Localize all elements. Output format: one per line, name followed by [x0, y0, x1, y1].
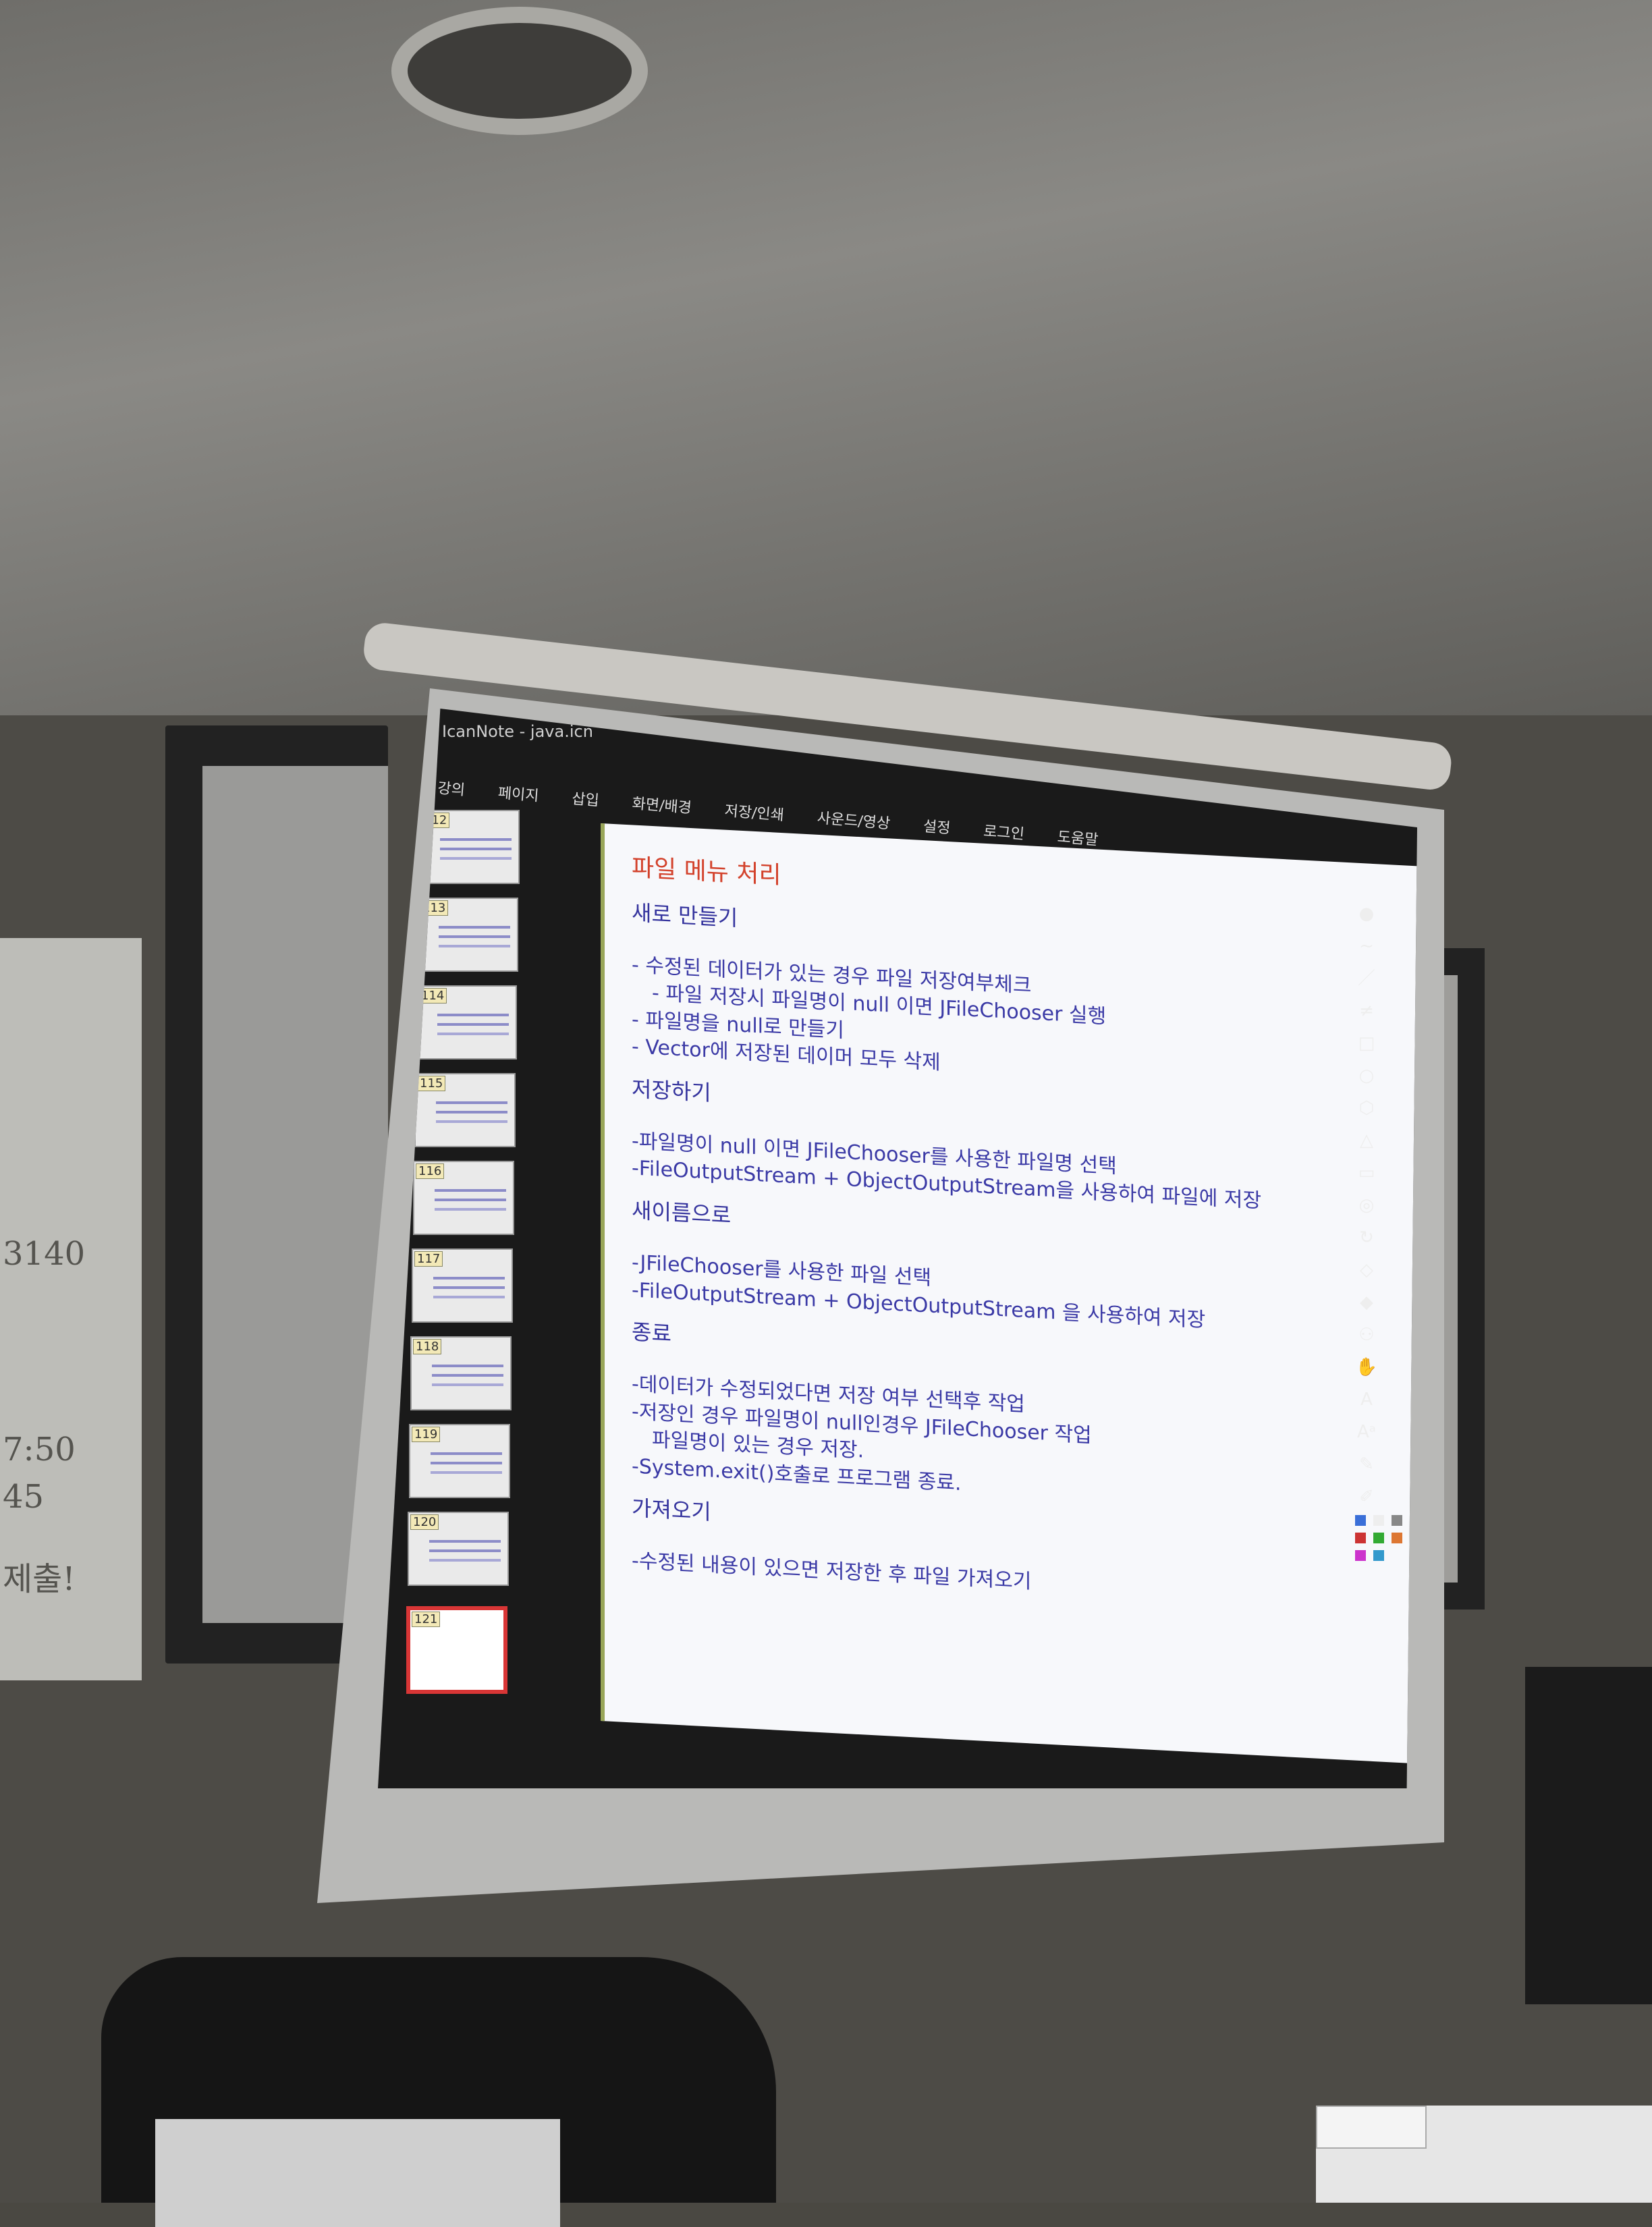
- whiteboard: 3140 7:50 45 제출!: [0, 938, 142, 1680]
- slide-thumbnail[interactable]: 114: [416, 985, 517, 1060]
- thumbnail-number: 120: [410, 1514, 439, 1530]
- thumbnail-number: 118: [413, 1339, 442, 1354]
- color-swatch[interactable]: [1373, 1533, 1385, 1543]
- rectangle-icon[interactable]: □: [1354, 1031, 1379, 1055]
- circle-icon[interactable]: ○: [1354, 1064, 1379, 1088]
- thumbnail-number: 115: [417, 1076, 446, 1091]
- thumbnail-number: 119: [412, 1427, 441, 1442]
- menu-item-save-print[interactable]: 저장/인쇄: [724, 798, 786, 825]
- refresh-icon[interactable]: ↻: [1354, 1226, 1379, 1250]
- select-icon[interactable]: ◎: [1354, 1193, 1379, 1217]
- color-swatch[interactable]: [1373, 1550, 1385, 1561]
- window-title: IcanNote - java.icn: [442, 722, 593, 741]
- color-swatch[interactable]: [1373, 1515, 1385, 1526]
- color-swatch[interactable]: [1392, 1515, 1403, 1526]
- slide-thumbnail[interactable]: 113: [417, 898, 518, 972]
- record-icon[interactable]: ●: [1354, 902, 1379, 926]
- whiteboard-text: 3140: [3, 1235, 86, 1273]
- slide-thumbnail[interactable]: 120: [408, 1512, 509, 1586]
- color-swatch[interactable]: [1355, 1533, 1366, 1543]
- eraser-icon[interactable]: ◇: [1354, 1258, 1379, 1282]
- slide-thumbnail-active[interactable]: 121: [406, 1606, 507, 1694]
- slide-thumbnail[interactable]: 119: [409, 1424, 510, 1498]
- barcode-sticker: [1316, 2106, 1427, 2149]
- projected-app-window: IcanNote - java.icn 강의 페이지 삽입 화면/배경 저장/인…: [378, 709, 1417, 1788]
- text-icon[interactable]: A: [1354, 1387, 1379, 1412]
- whiteboard-text: 45: [3, 1478, 45, 1516]
- menu-item-lecture[interactable]: 강의: [437, 776, 466, 800]
- drawing-toolbar: ● ~ ／ ≠ □ ○ ⬡ △ ▭ ◎ ↻ ◇ ◆ ⚇ ✋ A Aᵃ ✎ ✐: [1353, 898, 1407, 1561]
- sticky-note-icon[interactable]: ▭: [1354, 1161, 1379, 1185]
- ceiling: [0, 0, 1652, 715]
- thumbnail-number: 117: [414, 1251, 443, 1267]
- menu-item-screen-background[interactable]: 화면/배경: [632, 792, 693, 818]
- menu-item-settings[interactable]: 설정: [923, 815, 952, 838]
- slide-thumbnail[interactable]: 117: [412, 1248, 513, 1323]
- office-chair: [1525, 1667, 1652, 2004]
- text-style-icon[interactable]: Aᵃ: [1354, 1420, 1379, 1444]
- whiteboard-text: 제출!: [3, 1560, 76, 1598]
- triangle-icon[interactable]: △: [1354, 1128, 1379, 1153]
- color-swatch[interactable]: [1392, 1533, 1403, 1543]
- hand-icon[interactable]: ✋: [1354, 1355, 1379, 1379]
- thumbnail-number: 116: [416, 1163, 445, 1179]
- menu-item-page[interactable]: 페이지: [497, 781, 540, 806]
- menu-item-help[interactable]: 도움말: [1057, 825, 1099, 850]
- menu-item-login[interactable]: 로그인: [983, 819, 1025, 844]
- pen-icon[interactable]: ✎: [1354, 1452, 1379, 1477]
- highlighter-icon[interactable]: ✐: [1354, 1485, 1379, 1509]
- menu-item-insert[interactable]: 삽입: [571, 787, 600, 810]
- thumbnail-number: 121: [412, 1612, 441, 1627]
- slide-content: 파일 메뉴 처리 새로 만들기 - 수정된 데이터가 있는 경우 파일 저장여부…: [632, 852, 1417, 1616]
- slide-thumbnail[interactable]: 116: [413, 1161, 514, 1235]
- slide-thumbnail[interactable]: 115: [414, 1073, 516, 1147]
- color-swatch[interactable]: [1355, 1550, 1366, 1561]
- color-palette: [1353, 1513, 1407, 1566]
- whiteboard-text: 7:50: [3, 1431, 76, 1468]
- menu-item-sound-video[interactable]: 사운드/영상: [817, 806, 891, 833]
- dashed-line-icon[interactable]: ≠: [1354, 999, 1379, 1023]
- ceiling-light: [391, 7, 648, 135]
- eraser-alt-icon[interactable]: ◆: [1354, 1290, 1379, 1315]
- slide-thumbnail[interactable]: 118: [410, 1336, 512, 1410]
- slide-canvas: 파일 메뉴 처리 새로 만들기 - 수정된 데이터가 있는 경우 파일 저장여부…: [601, 823, 1417, 1765]
- group-icon[interactable]: ⚇: [1354, 1323, 1379, 1347]
- hexagon-icon[interactable]: ⬡: [1354, 1096, 1379, 1120]
- line-icon[interactable]: ／: [1354, 966, 1379, 991]
- curve-icon[interactable]: ~: [1354, 934, 1379, 958]
- laptop: [155, 2119, 560, 2227]
- color-swatch[interactable]: [1355, 1515, 1366, 1526]
